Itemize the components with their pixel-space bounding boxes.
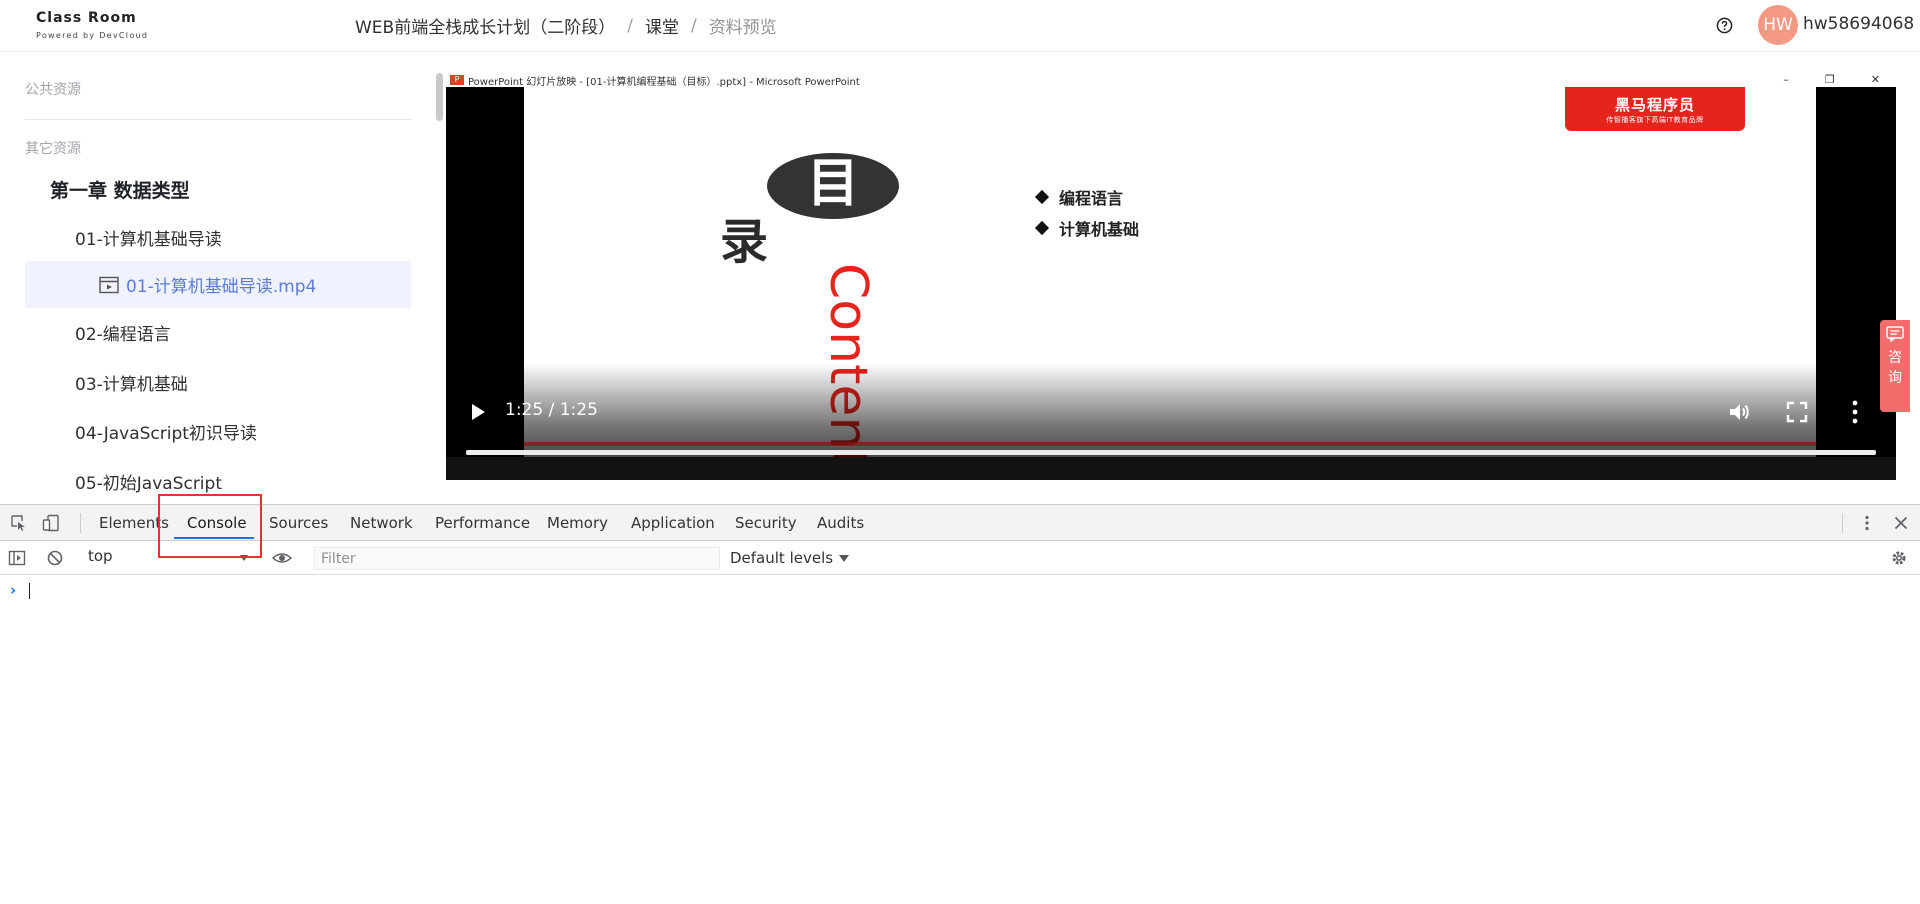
tab-audits[interactable]: Audits	[817, 505, 864, 541]
devtools-tab-bar: Elements Console Sources Network Perform…	[0, 505, 1920, 541]
log-levels-dropdown[interactable]: Default levels	[730, 549, 850, 567]
more-options-icon[interactable]	[1851, 399, 1859, 425]
avatar[interactable]: HW	[1758, 5, 1798, 45]
brand-tagline: 传智播客旗下高端IT教育品牌	[1606, 115, 1704, 124]
public-resources-label[interactable]: 公共资源	[25, 79, 81, 99]
top-header: Class Room Powered by DevCloud WEB前端全栈成长…	[0, 0, 1920, 52]
play-icon[interactable]	[468, 401, 488, 423]
diamond-bullet-icon	[1034, 189, 1050, 205]
brand-badge: 黑马程序员 传智播客旗下高端IT教育品牌	[1565, 87, 1745, 131]
slide-title-char-lu: 录	[720, 214, 769, 270]
console-toolbar: top Default levels	[0, 541, 1920, 575]
text-caret	[29, 583, 30, 599]
video-player[interactable]: P PowerPoint 幻灯片放映 - [01-计算机编程基础（目标）.ppt…	[446, 73, 1896, 480]
devtools-menu-icon[interactable]	[1858, 514, 1876, 532]
chapter-title[interactable]: 第一章 数据类型	[50, 176, 190, 203]
logo-wordmark: Class Room	[36, 4, 156, 32]
logo-subtitle: Powered by DevCloud	[36, 31, 149, 40]
console-settings-gear-icon[interactable]	[1890, 549, 1908, 567]
lesson-item[interactable]: 02-编程语言	[75, 320, 171, 345]
consult-tab[interactable]: 咨询	[1880, 320, 1910, 412]
ppt-window-titlebar: P PowerPoint 幻灯片放映 - [01-计算机编程基础（目标）.ppt…	[446, 73, 1896, 88]
breadcrumb-course[interactable]: WEB前端全栈成长计划（二阶段）	[355, 13, 615, 38]
logo-text: Class Room	[36, 10, 137, 26]
ppt-window-title: PowerPoint 幻灯片放映 - [01-计算机编程基础（目标）.pptx]…	[468, 76, 860, 88]
other-resources-label[interactable]: 其它资源	[25, 138, 81, 158]
breadcrumb-classroom[interactable]: 课堂	[645, 13, 679, 38]
live-expression-eye-icon[interactable]	[272, 549, 292, 567]
console-prompt-icon: ›	[10, 581, 17, 599]
powerpoint-icon: P	[450, 75, 464, 85]
active-file-label: 01-计算机基础导读.mp4	[126, 277, 317, 297]
video-controls: 1:25 / 1:25	[446, 389, 1896, 437]
slide-bullet: 编程语言	[1034, 185, 1124, 209]
tab-network[interactable]: Network	[350, 505, 413, 541]
minimize-icon: –	[1783, 73, 1789, 86]
help-icon[interactable]	[1716, 17, 1733, 34]
lesson-item[interactable]: 01-计算机基础导读	[75, 225, 222, 250]
fullscreen-icon[interactable]	[1786, 401, 1808, 423]
lesson-item[interactable]: 04-JavaScript初识导读	[75, 419, 257, 444]
volume-icon[interactable]	[1728, 401, 1752, 423]
close-icon: ✕	[1870, 73, 1880, 86]
ppt-window-buttons: – ❐ ✕	[1783, 73, 1880, 86]
show-console-sidebar-icon[interactable]	[8, 549, 26, 567]
ppt-taskbar-strip	[446, 457, 1896, 480]
video-progress-bar[interactable]	[466, 450, 1876, 455]
resource-sidebar: 公共资源 其它资源 第一章 数据类型 01-计算机基础导读 01-计算机基础导读…	[0, 52, 432, 504]
diamond-bullet-icon	[1034, 220, 1050, 236]
classroom-logo[interactable]: Class Room Powered by DevCloud	[36, 4, 156, 46]
active-file-item[interactable]: 01-计算机基础导读.mp4	[25, 261, 411, 308]
device-toolbar-icon[interactable]	[42, 514, 60, 532]
tab-application[interactable]: Application	[631, 505, 715, 541]
chat-icon	[1886, 326, 1904, 342]
avatar-initials: HW	[1763, 15, 1793, 35]
breadcrumb-separator: /	[690, 15, 697, 36]
toolbar-separator	[80, 513, 81, 533]
sidebar-scrollbar-thumb[interactable]	[436, 73, 443, 121]
log-levels-label: Default levels	[730, 549, 834, 567]
tab-sources[interactable]: Sources	[269, 505, 328, 541]
devtools-panel: Elements Console Sources Network Perform…	[0, 494, 1920, 904]
highlight-box	[158, 494, 262, 558]
video-file-icon	[99, 276, 119, 293]
lesson-item[interactable]: 05-初始JavaScript	[75, 469, 222, 494]
tab-performance[interactable]: Performance	[435, 505, 530, 541]
context-value: top	[88, 547, 113, 565]
breadcrumb-preview: 资料预览	[708, 18, 777, 38]
breadcrumb: WEB前端全栈成长计划（二阶段） / 课堂 / 资料预览	[355, 13, 777, 39]
close-devtools-icon[interactable]	[1892, 514, 1910, 532]
brand-name: 黑马程序员	[1614, 95, 1695, 114]
toolbar-separator	[1842, 513, 1843, 533]
breadcrumb-separator: /	[627, 15, 633, 36]
slide-bullet-text: 编程语言	[1059, 189, 1124, 208]
consult-label: 咨询	[1888, 350, 1902, 386]
sidebar-divider	[25, 119, 412, 120]
tab-memory[interactable]: Memory	[547, 505, 608, 541]
inspect-element-icon[interactable]	[10, 514, 28, 532]
slide-bullet-text: 计算机基础	[1059, 220, 1140, 239]
console-filter-input[interactable]	[314, 547, 720, 570]
video-progress-fill	[466, 450, 1876, 455]
chevron-down-icon	[839, 554, 850, 562]
slide-bottom-bar	[524, 442, 1816, 446]
slide-title-char-mu: 目	[806, 154, 859, 214]
lesson-item[interactable]: 03-计算机基础	[75, 370, 188, 395]
clear-console-icon[interactable]	[46, 549, 64, 567]
slide-bullet: 计算机基础	[1034, 216, 1140, 240]
console-input-area[interactable]: ›	[0, 575, 1920, 904]
time-display: 1:25 / 1:25	[505, 400, 598, 420]
username[interactable]: hw58694068	[1803, 14, 1914, 34]
tab-security[interactable]: Security	[735, 505, 797, 541]
restore-icon: ❐	[1824, 73, 1835, 86]
